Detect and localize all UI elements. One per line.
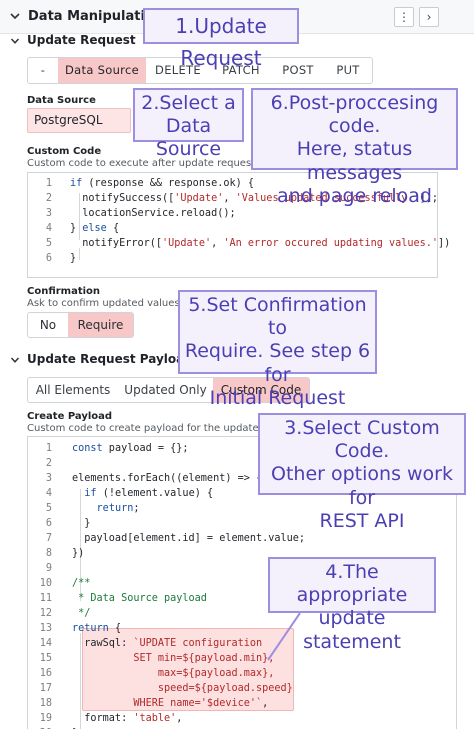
line-number: 18 <box>39 698 52 709</box>
callout-6-line: and page reload <box>277 184 432 207</box>
callout-2-line: 2.Select a <box>141 92 236 114</box>
line-number: 15 <box>39 653 52 664</box>
callout-3-line: Other options work for <box>271 463 453 509</box>
code-line: } else { <box>70 223 120 234</box>
callout-5-line: 5.Set Confirmation to <box>188 294 367 340</box>
line-number: 13 <box>39 623 52 634</box>
code-line: SET min=${payload.min}, <box>72 653 275 664</box>
callout-3: 3.Select Custom Code. Other options work… <box>258 413 466 532</box>
callout-6-line: 6.Post-proccesing code. <box>270 92 439 138</box>
code-line: return { <box>72 623 122 634</box>
code-line: max=${payload.max}, <box>72 668 275 679</box>
code-line: speed=${payload.speed} <box>72 683 293 694</box>
line-number: 16 <box>39 668 52 679</box>
confirmation-label: Confirmation <box>27 286 101 297</box>
line-number: 7 <box>45 533 52 544</box>
callout-6: 6.Post-proccesing code. Here, status mes… <box>251 88 458 207</box>
more-options-icon[interactable]: ⋮ <box>394 7 414 27</box>
code-line: format: 'table', <box>72 713 183 724</box>
callout-2: 2.Select a Data Source <box>133 88 244 160</box>
line-number: 10 <box>39 578 52 589</box>
line-number: 3 <box>45 473 52 484</box>
confirmation-toggle[interactable]: No Require <box>27 312 134 338</box>
code-line: if (response && response.ok) { <box>70 178 255 189</box>
code-line: if (!element.value) { <box>84 488 214 499</box>
section-title-update-request: Update Request <box>27 33 136 47</box>
line-number: 17 <box>39 683 52 694</box>
line-number: 12 <box>39 608 52 619</box>
line-number: 8 <box>45 548 52 559</box>
tab-all-elements[interactable]: All Elements <box>28 378 118 402</box>
line-number: 6 <box>45 253 52 264</box>
create-payload-label: Create Payload <box>27 411 113 422</box>
line-number: 5 <box>45 503 52 514</box>
code-line: elements.forEach((element) => { <box>72 473 263 484</box>
line-number: 14 <box>39 638 52 649</box>
line-number: 5 <box>45 238 52 249</box>
callout-4: 4.The appropriate update statement <box>268 557 436 653</box>
callout-3-line: 3.Select Custom Code. <box>284 417 440 463</box>
confirmation-option-no[interactable]: No <box>28 313 68 337</box>
callout-5-line: Require. See step 6 for <box>184 340 371 386</box>
line-number: 6 <box>45 518 52 529</box>
method-none[interactable]: - <box>28 58 58 83</box>
callout-1: 1.Update Request <box>143 8 299 70</box>
line-number: 1 <box>45 178 52 189</box>
code-line: locationService.reload(); <box>70 208 236 219</box>
section-title-update-payload: Update Request Payload <box>27 352 193 366</box>
method-put[interactable]: PUT <box>324 58 372 83</box>
line-number: 4 <box>45 223 52 234</box>
chevron-down-icon[interactable] <box>10 36 20 46</box>
custom-code-label: Custom Code <box>27 146 102 157</box>
code-line: * Data Source payload <box>72 593 207 604</box>
code-line: payload[element.id] = element.value; <box>72 533 306 544</box>
code-line: } <box>70 253 77 264</box>
code-line: notifyError(['Update', 'An error occured… <box>70 238 451 249</box>
code-line: WHERE name='$device'`, <box>72 698 269 709</box>
callout-6-line: Here, status messages <box>296 138 413 184</box>
line-number: 2 <box>45 458 52 469</box>
callout-2-line: Data Source <box>155 115 222 161</box>
chevron-down-icon[interactable] <box>9 10 21 22</box>
code-line: rawSql: `UPDATE configuration <box>72 638 263 649</box>
code-line: const payload = {}; <box>72 443 189 454</box>
confirmation-description: Ask to confirm updated values. <box>27 298 183 309</box>
confirmation-option-require[interactable]: Require <box>68 313 133 337</box>
callout-4-line: update statement <box>303 607 401 653</box>
callout-5: 5.Set Confirmation to Require. See step … <box>178 290 377 409</box>
next-icon[interactable]: › <box>419 7 439 27</box>
chevron-down-icon[interactable] <box>10 355 20 365</box>
code-line: }) <box>72 548 85 559</box>
callout-5-line: Initial Request <box>209 386 346 409</box>
code-line: */ <box>72 608 91 619</box>
code-line: return; <box>96 503 140 514</box>
line-number: 3 <box>45 208 52 219</box>
line-number: 11 <box>39 593 52 604</box>
line-number: 2 <box>45 193 52 204</box>
line-number: 9 <box>45 563 52 574</box>
data-source-select[interactable]: PostgreSQL <box>27 108 131 133</box>
line-number: 1 <box>45 443 52 454</box>
callout-4-line: 4.The appropriate <box>296 561 408 607</box>
line-number: 4 <box>45 488 52 499</box>
data-source-label: Data Source <box>27 95 96 106</box>
callout-3-line: REST API <box>319 509 405 532</box>
method-data-source[interactable]: Data Source <box>58 58 146 83</box>
code-line: } <box>72 518 91 529</box>
callout-1-line: 1.Update Request <box>175 14 267 70</box>
line-number: 19 <box>39 713 52 724</box>
code-line: /** <box>72 578 91 589</box>
